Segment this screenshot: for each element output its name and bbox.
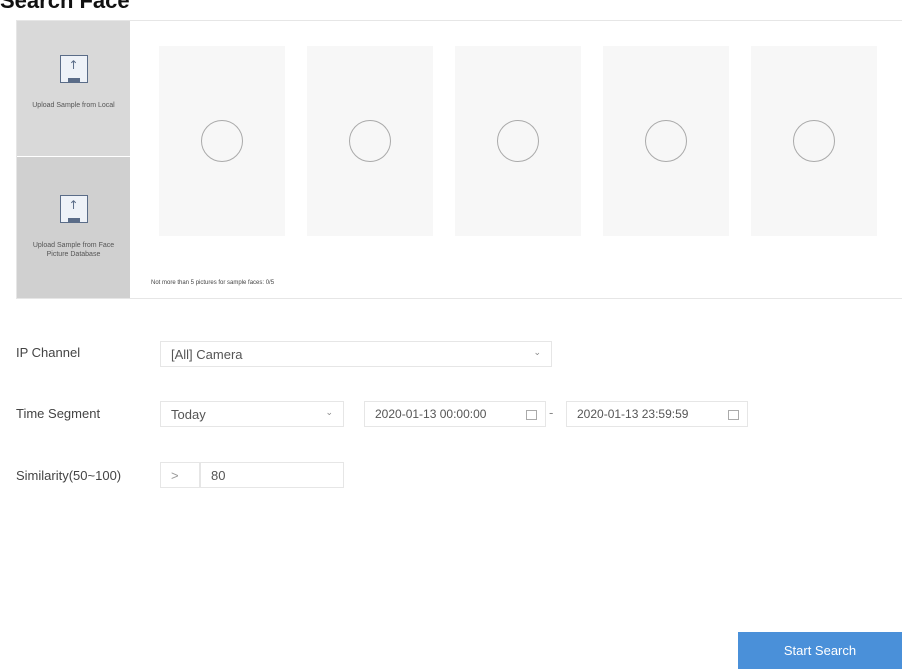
sample-slot-3[interactable] <box>455 46 581 236</box>
page-title: Search Face <box>0 0 130 13</box>
end-time-value: 2020-01-13 23:59:59 <box>577 407 689 421</box>
page-title-clipped: Search Face <box>0 0 902 14</box>
empty-slot-icon <box>349 120 391 162</box>
start-search-button[interactable]: Start Search <box>738 632 902 669</box>
range-separator: - <box>549 405 554 420</box>
upload-from-local-label: Upload Sample from Local <box>32 102 115 109</box>
ip-channel-label: IP Channel <box>16 345 81 360</box>
upload-from-database-label: Upload Sample from Face Picture Database <box>32 242 115 258</box>
similarity-label: Similarity(50~100) <box>16 468 122 483</box>
calendar-icon[interactable] <box>526 410 537 420</box>
similarity-operator-text: > <box>171 467 179 483</box>
calendar-icon[interactable] <box>728 410 739 420</box>
upload-from-database-button[interactable]: Upload Sample from Face Picture Database <box>17 157 130 298</box>
sample-panel: Upload Sample from Local Upload Sample f… <box>16 20 902 299</box>
upload-icon <box>59 55 88 83</box>
similarity-input[interactable]: 80 <box>200 462 344 488</box>
empty-slot-icon <box>645 120 687 162</box>
similarity-operator: > <box>160 462 200 488</box>
sample-slot-5[interactable] <box>751 46 877 236</box>
ip-channel-select[interactable]: [All] Camera ⌄ <box>160 341 552 367</box>
start-time-field[interactable]: 2020-01-13 00:00:00 <box>364 401 546 427</box>
chevron-down-icon: ⌄ <box>325 408 333 418</box>
sample-slots <box>159 46 879 236</box>
sample-slot-4[interactable] <box>603 46 729 236</box>
database-upload-icon <box>59 195 88 223</box>
upload-column: Upload Sample from Local Upload Sample f… <box>17 21 130 298</box>
empty-slot-icon <box>793 120 835 162</box>
ip-channel-value: [All] Camera <box>171 346 243 362</box>
empty-slot-icon <box>201 120 243 162</box>
time-segment-select[interactable]: Today ⌄ <box>160 401 344 427</box>
end-time-field[interactable]: 2020-01-13 23:59:59 <box>566 401 748 427</box>
empty-slot-icon <box>497 120 539 162</box>
sample-slot-2[interactable] <box>307 46 433 236</box>
time-segment-label: Time Segment <box>16 406 101 421</box>
chevron-down-icon: ⌄ <box>533 348 541 358</box>
similarity-value: 80 <box>211 467 226 483</box>
upload-from-local-button[interactable]: Upload Sample from Local <box>17 21 130 156</box>
start-time-value: 2020-01-13 00:00:00 <box>375 407 487 421</box>
sample-slot-1[interactable] <box>159 46 285 236</box>
sample-count-note: Not more than 5 pictures for sample face… <box>151 280 275 286</box>
time-segment-value: Today <box>171 406 206 422</box>
